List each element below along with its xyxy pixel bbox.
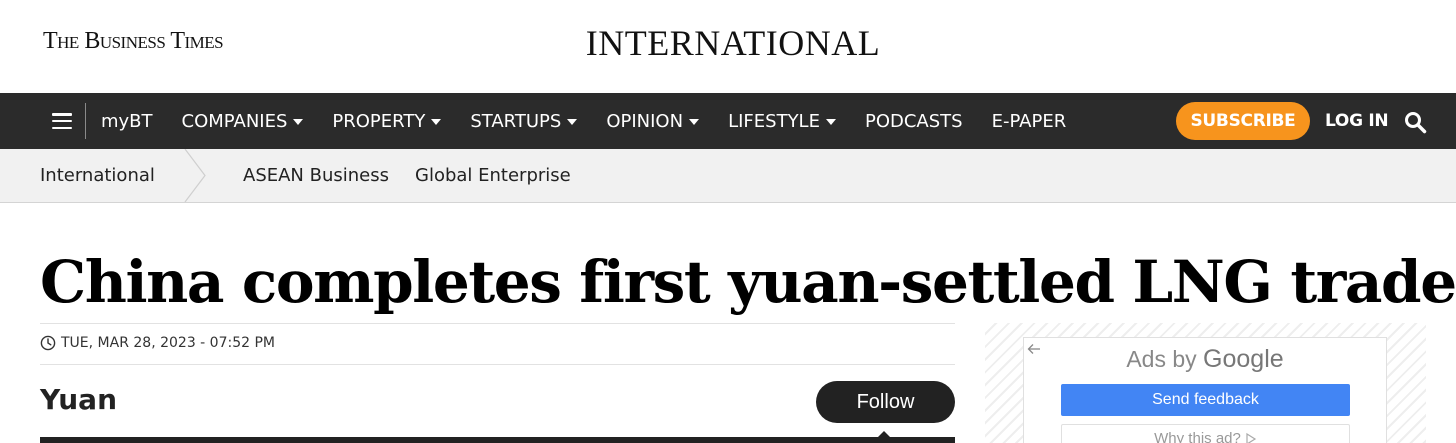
subnav-link-asean-business[interactable]: ASEAN Business [243, 149, 389, 202]
chevron-down-icon [689, 118, 700, 125]
nav-item-label: E-PAPER [991, 110, 1067, 132]
send-feedback-button[interactable]: Send feedback [1061, 384, 1350, 416]
nav-item-label: myBT [101, 110, 153, 132]
masthead: The Business Times INTERNATIONAL [0, 0, 1456, 93]
chevron-down-icon [825, 118, 836, 125]
follow-button[interactable]: Follow [816, 381, 955, 423]
nav-item-property[interactable]: PROPERTY [332, 110, 442, 132]
why-this-ad-button[interactable]: Why this ad? [1061, 424, 1350, 443]
nav-divider [85, 103, 86, 139]
nav-item-epaper[interactable]: E-PAPER [992, 111, 1067, 132]
nav-item-label: COMPANIES [181, 110, 288, 132]
nav-item-companies[interactable]: COMPANIES [182, 111, 304, 132]
nav-item-label: STARTUPS [470, 110, 562, 132]
nav-item-lifestyle[interactable]: LIFESTYLE [728, 111, 836, 132]
why-this-ad-label: Why this ad? [1154, 430, 1241, 443]
section-title: INTERNATIONAL [0, 22, 1456, 64]
subscribe-button[interactable]: SUBSCRIBE [1176, 102, 1310, 140]
nav-item-podcasts[interactable]: PODCASTS [865, 111, 963, 132]
ads-by-text: Ads by [1126, 346, 1197, 372]
hamburger-menu-icon[interactable] [52, 113, 72, 129]
ad-choices-icon [1246, 432, 1256, 443]
topic-title[interactable]: Yuan [40, 383, 117, 416]
chevron-right-icon [184, 149, 206, 202]
nav-item-opinion[interactable]: OPINION [606, 110, 700, 132]
media-player-top-edge [40, 437, 955, 443]
nav-item-label: PROPERTY [332, 110, 426, 132]
nav-item-label: LIFESTYLE [728, 110, 820, 132]
nav-item-label: OPINION [606, 110, 684, 132]
chevron-down-icon [431, 118, 442, 125]
ads-by-google-label: Ads by Google [1023, 345, 1387, 374]
nav-item-label: PODCASTS [864, 110, 963, 132]
divider [40, 323, 955, 324]
subnav-current-section[interactable]: International [40, 149, 155, 202]
main-nav: myBT COMPANIES PROPERTY STARTUPS OPINION… [0, 93, 1456, 149]
google-logo-text: Google [1203, 345, 1284, 373]
nav-item-mybt[interactable]: myBT [101, 111, 153, 132]
nav-item-startups[interactable]: STARTUPS [470, 110, 578, 132]
subnav-link-global-enterprise[interactable]: Global Enterprise [415, 149, 571, 202]
section-subnav: International ASEAN Business Global Ente… [0, 149, 1456, 203]
dateline-text: TUE, MAR 28, 2023 - 07:52 PM [61, 335, 275, 351]
chevron-down-icon [293, 118, 304, 125]
divider [40, 364, 955, 365]
clock-icon [40, 335, 56, 351]
section-title-text: INTERNATIONAL [585, 23, 881, 63]
article-headline: China completes first yuan-settled LNG t… [40, 248, 1456, 316]
article-dateline: TUE, MAR 28, 2023 - 07:52 PM [40, 333, 275, 353]
search-icon[interactable] [1403, 110, 1427, 134]
login-link[interactable]: LOG IN [1325, 93, 1389, 149]
chevron-down-icon [567, 118, 578, 125]
